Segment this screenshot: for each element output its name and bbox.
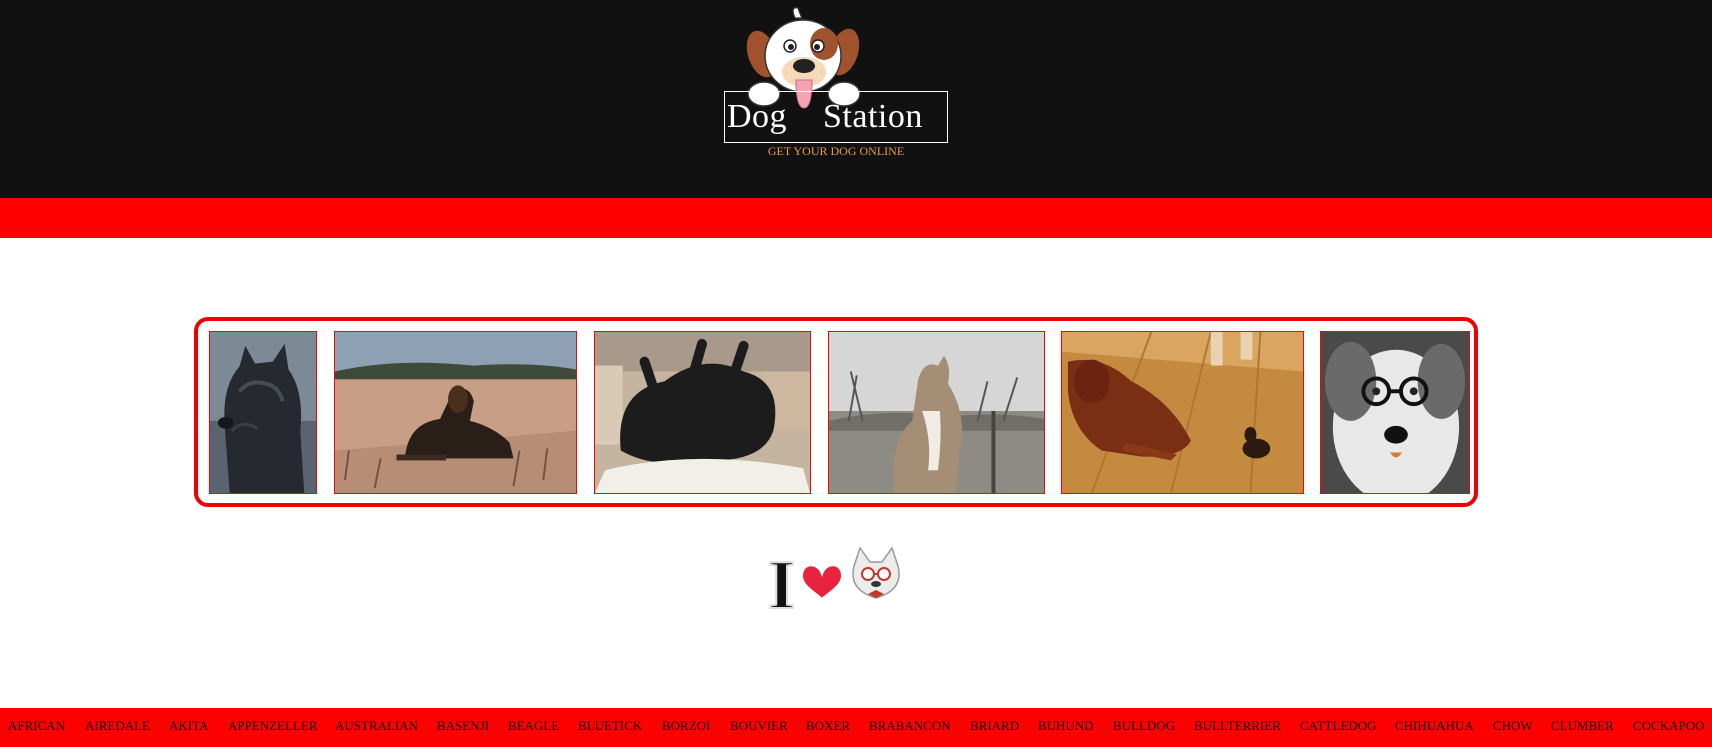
breed-link[interactable]: BUHUND — [1038, 718, 1094, 734]
gallery-photo-5[interactable] — [1061, 331, 1304, 494]
site-header: Dog Station GET YOUR DOG ONLINE — [0, 0, 1712, 198]
love-badge-letter: I — [768, 547, 795, 624]
dog-photo-gallery — [194, 317, 1478, 507]
breed-link[interactable]: CHOW — [1493, 718, 1533, 734]
breed-link[interactable]: BULLTERRIER — [1194, 718, 1281, 734]
brand-name-box: Dog Station — [724, 91, 948, 143]
breed-link[interactable]: BEAGLE — [508, 718, 559, 734]
i-love-dogs-icon: I — [762, 532, 912, 632]
breed-menu: AFRICAN AIREDALE AKITA APPENZELLER AUSTR… — [0, 708, 1712, 747]
i-love-dogs-badge: I — [762, 532, 912, 632]
gallery-photo-1[interactable] — [209, 331, 317, 494]
breed-link[interactable]: CATTLEDOG — [1300, 718, 1377, 734]
breed-link[interactable]: BLUETICK — [578, 718, 642, 734]
breed-link[interactable]: BOXER — [806, 718, 850, 734]
breed-link[interactable]: BOUVIER — [730, 718, 788, 734]
gallery-photo-3[interactable] — [594, 331, 811, 494]
breed-link[interactable]: BRIARD — [970, 718, 1019, 734]
breed-link[interactable]: BULLDOG — [1113, 718, 1175, 734]
gallery-photo-4[interactable] — [828, 331, 1045, 494]
brand-word-dog: Dog — [727, 98, 788, 135]
gallery-photo-2[interactable] — [334, 331, 577, 494]
breed-link[interactable]: BRABANCON — [869, 718, 951, 734]
breed-link[interactable]: AKITA — [169, 718, 208, 734]
breed-link[interactable]: AIREDALE — [85, 718, 150, 734]
breed-link[interactable]: COCKAPOO — [1633, 718, 1705, 734]
breed-link[interactable]: AUSTRALIAN — [335, 718, 418, 734]
nav-bar — [0, 198, 1712, 238]
brand-word-station: Station — [823, 98, 923, 135]
breed-link[interactable]: CLUMBER — [1551, 718, 1614, 734]
breed-link[interactable]: BASENJI — [437, 718, 489, 734]
breed-link[interactable]: AFRICAN — [8, 718, 65, 734]
breed-link[interactable]: BORZOI — [662, 718, 710, 734]
brand-tagline: GET YOUR DOG ONLINE — [767, 144, 905, 158]
site-logo[interactable]: Dog Station GET YOUR DOG ONLINE — [724, 4, 948, 160]
gallery-photo-6[interactable] — [1320, 331, 1470, 494]
breed-link[interactable]: CHIHUAHUA — [1395, 718, 1474, 734]
breed-link[interactable]: APPENZELLER — [228, 718, 318, 734]
